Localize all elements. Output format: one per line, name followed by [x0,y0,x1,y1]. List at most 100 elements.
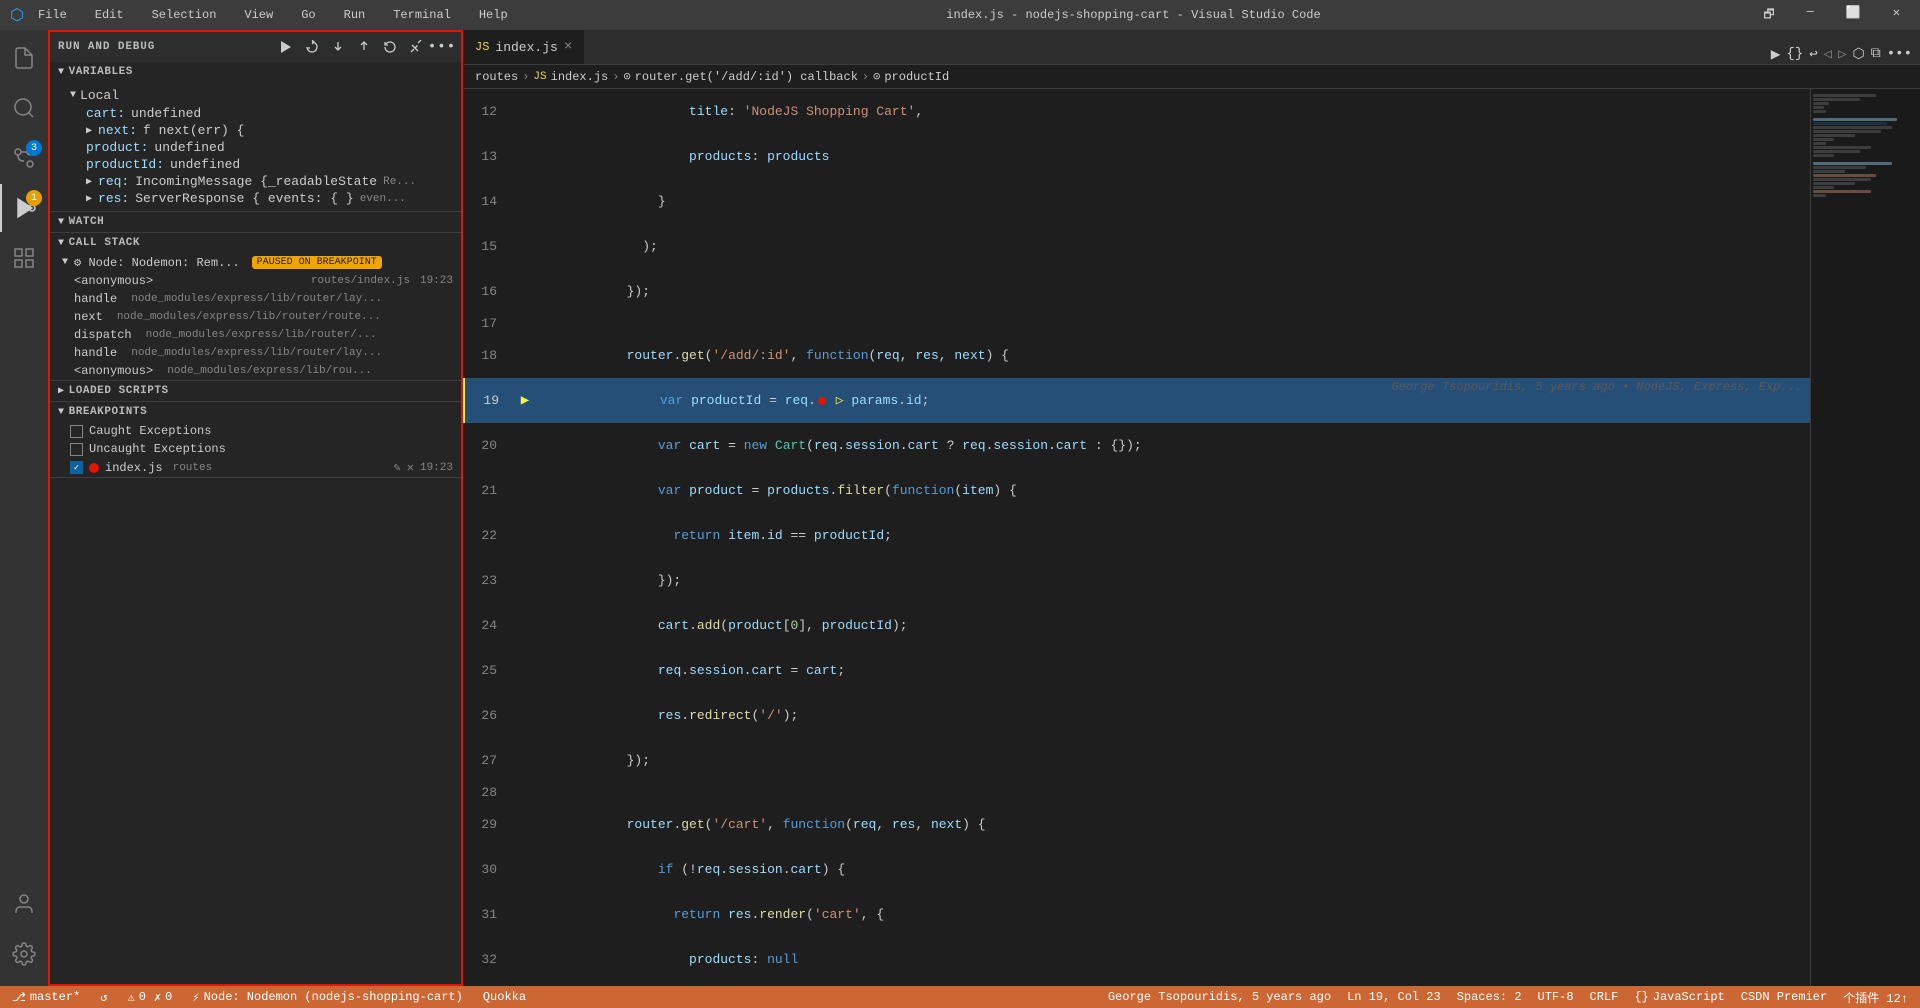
callstack-node-item[interactable]: ▼ ⚙ Node: Nodemon: Rem... PAUSED ON BREA… [50,253,461,272]
caught-exceptions-checkbox[interactable] [70,425,83,438]
undo-icon[interactable]: ↩ [1809,46,1817,63]
title-bar-left: ⬡ File Edit Selection View Go Run Termin… [10,5,514,25]
sync-status[interactable]: ↺ [96,990,111,1005]
menu-help[interactable]: Help [473,6,514,24]
git-blame-status[interactable]: George Tsopouridis, 5 years ago [1104,990,1335,1004]
callstack-frame-4[interactable]: handle node_modules/express/lib/router/l… [50,344,461,362]
breadcrumb-indexjs[interactable]: index.js [551,70,609,84]
settings-icon[interactable] [0,930,48,978]
minimize-button[interactable]: ─ [1797,3,1824,28]
breadcrumb-productid: productId [884,70,949,84]
step-out-button[interactable] [353,36,375,58]
watch-header[interactable]: ▼ WATCH [50,212,461,232]
menu-edit[interactable]: Edit [89,6,130,24]
language-status[interactable]: {} JavaScript [1630,990,1728,1004]
local-group-header[interactable]: ▼ Local [50,86,461,105]
restart-button[interactable] [379,36,401,58]
line-ending-status[interactable]: CRLF [1586,990,1623,1004]
disconnect-button[interactable] [405,36,427,58]
callstack-frame-3[interactable]: dispatch node_modules/express/lib/router… [50,326,461,344]
step-into-button[interactable] [327,36,349,58]
code-line-24: 24 cart.add(product[0], productId); [463,603,1810,648]
code-line-28: 28 [463,783,1810,802]
more-editor-actions-icon[interactable]: ••• [1887,46,1912,62]
account-icon[interactable] [0,880,48,928]
var-next[interactable]: ▶ next: f next(err) { [50,122,461,139]
code-line-27: 27 }); [463,738,1810,783]
errors-status[interactable]: ⚠ 0 ✗ 0 [123,990,176,1005]
callstack-header[interactable]: ▼ CALL STACK [50,233,461,253]
maximize-button[interactable]: ⬜ [1836,3,1871,28]
spaces-status[interactable]: Spaces: 2 [1453,990,1526,1004]
indexjs-breakpoint-item[interactable]: ✓ index.js routes ✎ ✕ 19:23 [50,458,461,477]
nav-back-icon[interactable]: ◁ [1824,46,1832,63]
breakpoints-label: BREAKPOINTS [69,406,148,418]
close-button[interactable]: ✕ [1883,3,1910,28]
run-debug-label: RUN AND DEBUG [58,41,271,53]
quokka-status[interactable]: Quokka [479,990,530,1004]
menu-run[interactable]: Run [338,6,372,24]
extensions-icon[interactable] [0,234,48,282]
bp-line-location: 19:23 [420,462,453,474]
more-actions-button[interactable]: ••• [431,36,453,58]
callstack-frame-1[interactable]: handle node_modules/express/lib/router/l… [50,290,461,308]
callstack-label: CALL STACK [69,237,141,249]
callstack-frame-5[interactable]: <anonymous> node_modules/express/lib/rou… [50,362,461,380]
tab-close-icon[interactable]: × [564,39,572,55]
menu-go[interactable]: Go [295,6,321,24]
format-icon[interactable]: {} [1786,46,1803,62]
indexjs-breakpoint-checkbox[interactable]: ✓ [70,461,83,474]
open-changes-icon[interactable]: ⬡ [1853,46,1865,63]
search-icon[interactable] [0,84,48,132]
split-editor-icon[interactable]: ⧉ [1871,46,1881,62]
debug-badge: 1 [26,190,42,206]
uncaught-exceptions-checkbox[interactable] [70,443,83,456]
step-over-button[interactable] [301,36,323,58]
menu-file[interactable]: File [32,6,73,24]
restore-button[interactable]: 🗗 [1753,3,1784,28]
var-cart[interactable]: cart: undefined [50,105,461,122]
loaded-scripts-header[interactable]: ▶ LOADED SCRIPTS [50,381,461,401]
variables-header[interactable]: ▼ VARIABLES [50,62,461,82]
code-line-31: 31 return res.render('cart', { [463,892,1810,937]
debug-session-status[interactable]: ⚡ Node: Nodemon (nodejs-shopping-cart) [188,990,466,1005]
nav-forward-icon[interactable]: ▷ [1838,46,1846,63]
editor-tab-indexjs[interactable]: JS index.js × [463,30,584,64]
breadcrumb-callback[interactable]: router.get('/add/:id') callback [635,70,858,84]
delete-breakpoint-icon[interactable]: ✕ [407,460,414,475]
play-icon[interactable]: ▶ [1771,44,1781,64]
menu-bar: File Edit Selection View Go Run Terminal… [32,6,514,24]
cursor-position-status[interactable]: Ln 19, Col 23 [1343,990,1445,1004]
callstack-frame-2[interactable]: next node_modules/express/lib/router/rou… [50,308,461,326]
breadcrumb-routes[interactable]: routes [475,70,518,84]
breakpoints-section: ▼ BREAKPOINTS Caught Exceptions Uncaught… [50,402,461,478]
edit-breakpoint-icon[interactable]: ✎ [394,460,401,475]
window-controls: 🗗 ─ ⬜ ✕ [1753,3,1910,28]
plugins-status[interactable]: 个插件 12↑ [1839,989,1912,1006]
source-control-icon[interactable]: 3 [0,134,48,182]
debug-icon: ⚡ [192,990,199,1005]
git-branch-icon: ⎇ [12,990,26,1005]
uncaught-exceptions-item[interactable]: Uncaught Exceptions [50,440,461,458]
breakpoints-header[interactable]: ▼ BREAKPOINTS [50,402,461,422]
csdn-status[interactable]: CSDN Premier [1737,990,1831,1004]
minimap[interactable] [1810,89,1920,986]
code-line-29: 29 router.get('/cart', function(req, res… [463,802,1810,847]
encoding-status[interactable]: UTF-8 [1534,990,1578,1004]
git-branch-status[interactable]: ⎇ master* [8,990,84,1005]
var-res[interactable]: ▶ res: ServerResponse { events: { } even… [50,190,461,207]
code-editor[interactable]: 12 title: 'NodeJS Shopping Cart', 13 pro… [463,89,1810,986]
var-product[interactable]: product: undefined [50,139,461,156]
var-req[interactable]: ▶ req: IncomingMessage {_readableState R… [50,173,461,190]
menu-selection[interactable]: Selection [146,6,223,24]
run-debug-icon[interactable]: 1 [0,184,48,232]
callstack-frame-0[interactable]: <anonymous> routes/index.js 19:23 [50,272,461,290]
caught-exceptions-item[interactable]: Caught Exceptions [50,422,461,440]
start-debugging-button[interactable] [275,36,297,58]
breakpoints-chevron-icon: ▼ [58,407,65,418]
menu-terminal[interactable]: Terminal [387,6,457,24]
var-productid[interactable]: productId: undefined [50,156,461,173]
explorer-icon[interactable] [0,34,48,82]
menu-view[interactable]: View [238,6,279,24]
plugins-label: 个插件 12↑ [1843,989,1908,1006]
